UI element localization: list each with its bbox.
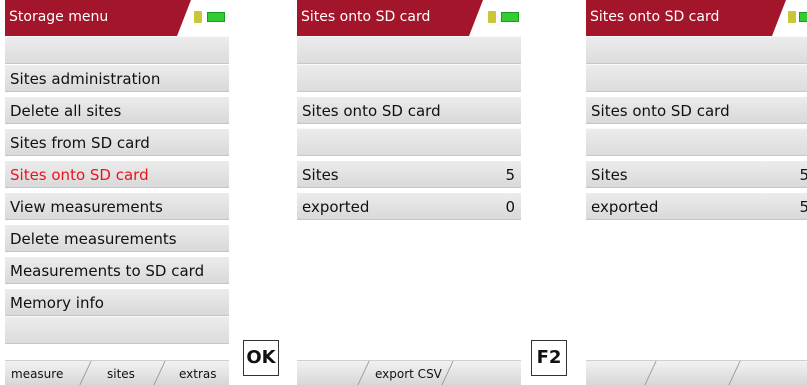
sites-count-row: Sites 5 (586, 160, 807, 188)
exported-label: exported (591, 198, 659, 216)
exported-value: 5 (799, 198, 807, 216)
title-bar: Sites onto SD card (297, 0, 521, 36)
softkey-divider (441, 361, 454, 385)
softkey-divider (153, 361, 166, 385)
exported-count-row: exported 0 (297, 192, 521, 220)
sites-value: 5 (799, 166, 807, 184)
exported-count-row: exported 5 (586, 192, 807, 220)
softkey-divider (728, 361, 741, 385)
status-area (772, 0, 807, 36)
exported-label: exported (302, 198, 370, 216)
blank-row (586, 128, 807, 156)
title-bar: Sites onto SD card (586, 0, 807, 36)
sites-onto-sd-card-result-screen: Sites onto SD card Sites onto SD card Si… (586, 0, 807, 385)
status-area (469, 0, 521, 36)
sites-count-row: Sites 5 (297, 160, 521, 188)
battery-icon (207, 12, 225, 22)
menu-item-label: Memory info (10, 294, 104, 312)
blank-row (5, 316, 229, 344)
screen-title: Sites onto SD card (301, 9, 431, 25)
menu-item-sites-administration[interactable]: Sites administration (5, 64, 229, 92)
menu-item-sites-from-sd-card[interactable]: Sites from SD card (5, 128, 229, 156)
blank-row (586, 64, 807, 92)
battery-icon (501, 12, 519, 22)
menu-item-memory-info[interactable]: Memory info (5, 288, 229, 316)
softkey-divider (644, 361, 657, 385)
menu-item-label: Delete all sites (10, 102, 122, 120)
f2-key-label: F2 (531, 340, 567, 376)
blank-row (297, 128, 521, 156)
softkey-divider (79, 361, 92, 385)
softkey-sites[interactable]: sites (107, 367, 135, 381)
sites-label: Sites (302, 166, 339, 184)
section-heading: Sites onto SD card (297, 96, 521, 124)
softkey-bar: export CSV (297, 360, 521, 385)
exported-value: 0 (505, 198, 515, 216)
screen-title: Sites onto SD card (590, 9, 720, 25)
menu-item-delete-measurements[interactable]: Delete measurements (5, 224, 229, 252)
softkey-bar (586, 360, 807, 385)
menu-item-label: View measurements (10, 198, 163, 216)
blank-row (586, 36, 807, 64)
sd-card-icon (194, 11, 202, 23)
menu-item-sites-onto-sd-card[interactable]: Sites onto SD card (5, 160, 229, 188)
menu-item-label: Measurements to SD card (10, 262, 205, 280)
status-area (177, 0, 229, 36)
blank-row (5, 36, 229, 64)
menu-item-label: Sites onto SD card (10, 166, 149, 184)
menu-item-label: Delete measurements (10, 230, 177, 248)
ok-key-label: OK (243, 340, 279, 376)
section-heading-label: Sites onto SD card (302, 102, 441, 120)
softkey-extras[interactable]: extras (179, 367, 217, 381)
title-bar: Storage menu (5, 0, 229, 36)
screen-title: Storage menu (9, 9, 109, 25)
sd-card-icon (488, 11, 496, 23)
softkey-export-csv[interactable]: export CSV (375, 367, 442, 381)
section-heading-label: Sites onto SD card (591, 102, 730, 120)
blank-row (297, 64, 521, 92)
sd-card-icon (788, 11, 796, 23)
menu-item-measurements-to-sd-card[interactable]: Measurements to SD card (5, 256, 229, 284)
sites-onto-sd-card-screen: Sites onto SD card Sites onto SD card Si… (297, 0, 521, 385)
menu-item-label: Sites from SD card (10, 134, 150, 152)
storage-menu-screen: Storage menu Sites administration Delete… (5, 0, 229, 385)
menu-item-label: Sites administration (10, 70, 161, 88)
softkey-divider (357, 361, 370, 385)
battery-icon (799, 12, 807, 22)
menu-item-view-measurements[interactable]: View measurements (5, 192, 229, 220)
menu-item-delete-all-sites[interactable]: Delete all sites (5, 96, 229, 124)
sites-label: Sites (591, 166, 628, 184)
softkey-measure[interactable]: measure (11, 367, 63, 381)
sites-value: 5 (505, 166, 515, 184)
softkey-bar: measure sites extras (5, 360, 229, 385)
section-heading: Sites onto SD card (586, 96, 807, 124)
blank-row (297, 36, 521, 64)
